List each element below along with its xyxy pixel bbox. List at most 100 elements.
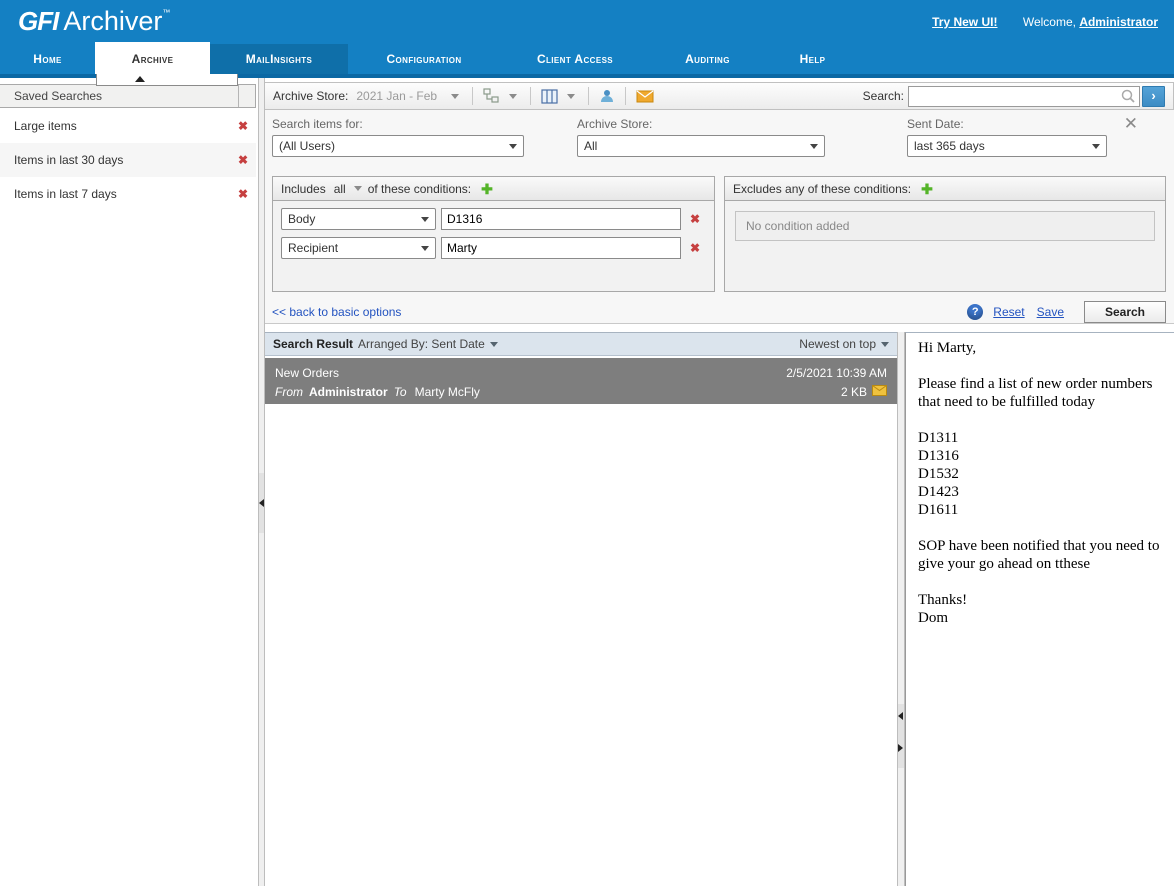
preview-collapse-handle[interactable] [898,704,904,768]
archive-store-toolbar-value[interactable]: 2021 Jan - Feb [356,89,437,103]
arranged-by-control[interactable]: Arranged By: Sent Date [358,337,498,351]
results-title: Search Result [273,337,353,351]
result-item-selected[interactable]: New Orders 2/5/2021 10:39 AM From Admini… [265,358,897,404]
search-results-header: Search Result Arranged By: Sent Date New… [265,332,897,356]
advanced-search-panel: Search items for: (All Users) Archive St… [265,110,1174,324]
search-toolbar-label: Search: [863,89,904,103]
gfi-archiver-logo: GFIArchiver™ [18,6,170,37]
tab-archive[interactable]: Archive [95,42,210,74]
delete-saved-search-icon[interactable]: ✖ [238,177,248,211]
sidebar-collapse-handle[interactable] [259,473,264,533]
reset-link[interactable]: Reset [993,305,1024,319]
result-recipient: Marty McFly [415,385,480,399]
saved-search-last-7-days[interactable]: Items in last 7 days ✖ [0,177,256,211]
email-type-icon[interactable] [633,87,657,105]
toolbar-separator [472,87,473,105]
preview-signature-block: Thanks! Dom [918,591,1164,627]
email-preview-pane: Hi Marty, Please find a list of new orde… [905,332,1174,886]
excludes-header: Excludes any of these conditions: ✚ [725,177,1165,201]
magnifier-icon [1120,88,1136,107]
search-items-for-select[interactable]: (All Users) [272,135,524,157]
back-to-basic-options-link[interactable]: << back to basic options [272,305,401,319]
save-link[interactable]: Save [1037,305,1064,319]
search-button[interactable]: Search [1084,301,1166,323]
search-results-pane: Search Result Arranged By: Sent Date New… [265,332,897,886]
logo-trademark: ™ [162,8,170,17]
close-advanced-search-icon[interactable]: ✕ [1124,116,1138,132]
chevron-down-icon [421,246,429,251]
preview-greeting: Hi Marty, [918,339,1164,357]
columns-view-icon[interactable] [538,87,561,106]
order-number: D1316 [918,447,1164,465]
try-new-ui-link[interactable]: Try New UI! [932,15,997,29]
user-search-icon[interactable] [596,86,618,106]
remove-condition-icon[interactable]: ✖ [690,241,700,255]
sort-arrow-icon [490,342,498,347]
condition-field-value: Recipient [288,241,338,255]
main-area: Archive Store: 2021 Jan - Feb Search: [265,78,1174,886]
includes-suffix: of these conditions: [368,182,471,196]
top-bar: GFIArchiver™ Try New UI! Welcome, Admini… [0,0,1174,74]
top-right-links: Try New UI! Welcome, Administrator [932,15,1158,29]
saved-search-last-30-days[interactable]: Items in last 30 days ✖ [0,143,256,177]
search-items-for-value: (All Users) [279,139,335,153]
saved-search-large-items[interactable]: Large items ✖ [0,109,256,143]
result-row-line1: New Orders 2/5/2021 10:39 AM [275,363,887,382]
logo-gfi: GFI [18,6,58,36]
saved-searches-panel: Saved Searches Large items ✖ Items in la… [0,78,258,886]
browse-hierarchy-dropdown-icon[interactable] [509,94,517,99]
delete-saved-search-icon[interactable]: ✖ [238,143,248,177]
condition-field-value: Body [288,212,315,226]
sort-order-text: Newest on top [799,337,876,351]
tab-help[interactable]: Help [765,44,860,74]
chevron-down-icon [810,144,818,149]
excludes-conditions-box: Excludes any of these conditions: ✚ No c… [724,176,1166,292]
sort-arrow-icon [881,342,889,347]
includes-mode-value[interactable]: all [334,182,346,196]
delete-saved-search-icon[interactable]: ✖ [238,109,248,143]
from-label: From [275,385,303,399]
archive-store-label: Archive Store: [577,117,825,131]
sent-date-group: Sent Date: last 365 days [907,117,1107,157]
search-input-wrap [908,86,1140,107]
help-icon[interactable]: ? [967,304,983,320]
tab-mailinsights[interactable]: MailInsights [210,44,348,74]
result-row-line2: From Administrator To Marty McFly 2 KB [275,382,887,401]
sidebar-splitter[interactable] [258,78,265,886]
condition-field-select[interactable]: Recipient [281,237,436,259]
preview-paragraph: SOP have been notified that you need to … [918,537,1164,573]
tab-client-access[interactable]: Client Access [500,44,650,74]
sent-date-select[interactable]: last 365 days [907,135,1107,157]
preview-splitter[interactable] [897,332,905,886]
result-subject: New Orders [275,366,339,380]
archive-store-select[interactable]: All [577,135,825,157]
saved-search-label: Large items [14,119,77,133]
tab-auditing[interactable]: Auditing [650,44,765,74]
add-exclude-condition-icon[interactable]: ✚ [921,182,933,196]
current-user-link[interactable]: Administrator [1079,15,1158,29]
condition-value-input[interactable] [441,237,681,259]
main-nav: Home Archive MailInsights Configuration … [0,44,860,74]
to-label: To [394,385,407,399]
remove-condition-icon[interactable]: ✖ [690,212,700,226]
search-input[interactable] [908,86,1140,107]
chevron-down-icon [421,217,429,222]
collapse-right-icon [898,744,903,752]
includes-conditions-box: Includes all of these conditions: ✚ Body… [272,176,715,292]
includes-prefix: Includes [281,182,326,196]
condition-field-select[interactable]: Body [281,208,436,230]
envelope-icon [872,385,887,399]
search-go-button[interactable]: › [1142,86,1165,107]
sort-order-control[interactable]: Newest on top [799,337,889,351]
tab-home[interactable]: Home [0,44,95,74]
archive-store-dropdown-icon[interactable] [451,94,459,99]
columns-view-dropdown-icon[interactable] [567,94,575,99]
advanced-search-actions: << back to basic options ? Reset Save Se… [272,300,1166,324]
add-include-condition-icon[interactable]: ✚ [481,182,493,196]
result-sender: Administrator [309,385,388,399]
browse-hierarchy-icon[interactable] [480,86,503,106]
includes-mode-dropdown-icon[interactable] [354,186,362,191]
chevron-down-icon [1092,144,1100,149]
condition-value-input[interactable] [441,208,681,230]
tab-configuration[interactable]: Configuration [348,44,500,74]
